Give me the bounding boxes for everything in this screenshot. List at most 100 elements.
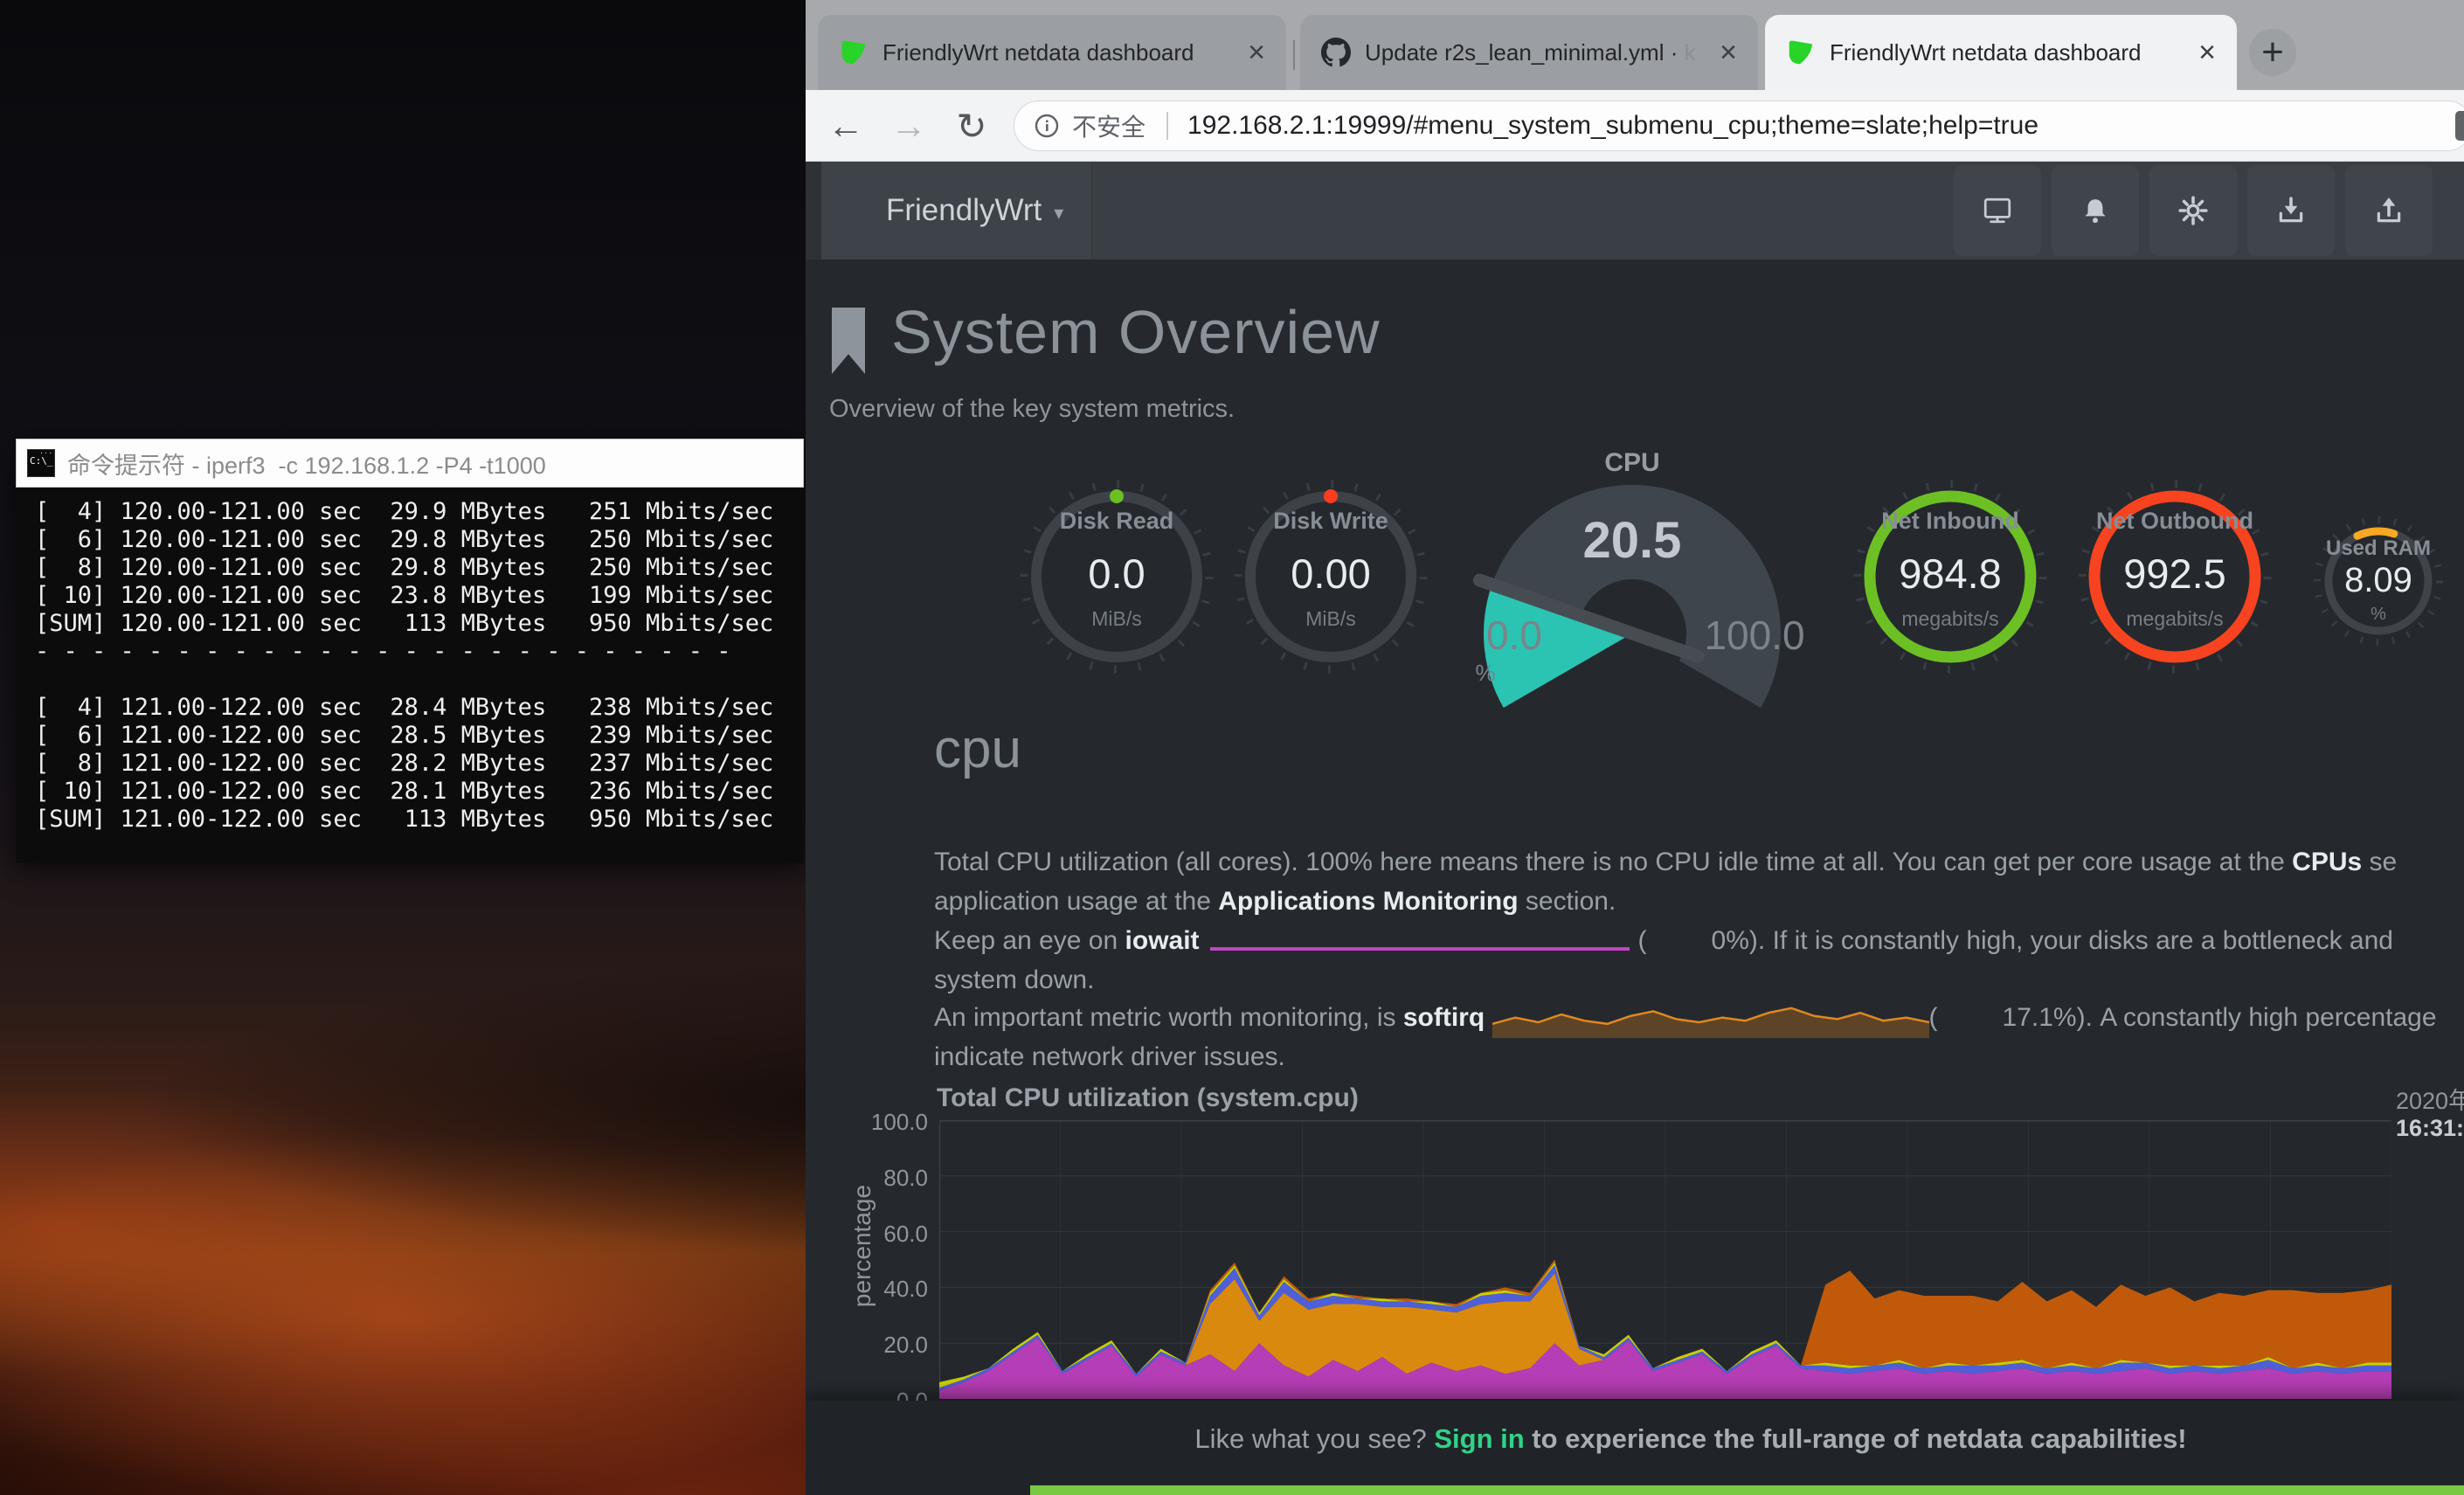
- terminal-titlebar[interactable]: ···C:\_ 命令提示符 - iperf3 -c 192.168.1.2 -P…: [16, 439, 804, 488]
- download-icon: [2275, 195, 2307, 226]
- info-icon[interactable]: [1034, 113, 1060, 139]
- cpu-utilization-chart[interactable]: [939, 1120, 2391, 1399]
- gauge-max: 100.0: [1693, 612, 1816, 659]
- y-tick: 60.0: [855, 1221, 928, 1248]
- softirq-sparkline[interactable]: [1492, 1003, 1929, 1038]
- terminal-line: [ 10] 120.00-121.00 sec 23.8 MBytes 199 …: [35, 582, 804, 610]
- bookmark-icon: [832, 308, 865, 374]
- sign-in-link[interactable]: Sign in: [1434, 1423, 1524, 1454]
- github-favicon: [1321, 38, 1351, 67]
- desktop: ···C:\_ 命令提示符 - iperf3 -c 192.168.1.2 -P…: [0, 0, 2464, 1495]
- gauge-min: 0.0: [1466, 612, 1562, 659]
- terminal-title: 命令提示符 - iperf3 -c 192.168.1.2 -P4 -t1000: [67, 446, 546, 481]
- cpu-paragraph-line: system down.: [934, 966, 2464, 1000]
- gauge-unit: %: [2313, 605, 2444, 625]
- security-label: 不安全: [1072, 108, 1145, 143]
- node-selector[interactable]: FriendlyWrt ▾: [821, 162, 1092, 260]
- gauge-cpu[interactable]: CPU 20.5 0.0 % 100.0: [1466, 441, 1798, 730]
- gauge-unit: megabits/s: [1850, 607, 2051, 631]
- cpu-section-title: cpu: [934, 718, 1021, 780]
- page-title: System Overview: [891, 297, 1381, 367]
- print-dashboard-button[interactable]: [1954, 165, 2041, 256]
- node-name: FriendlyWrt: [886, 193, 1042, 228]
- terminal-line: [ 4] 120.00-121.00 sec 29.9 MBytes 251 M…: [35, 498, 804, 526]
- tab-separator: [1293, 40, 1295, 70]
- settings-button[interactable]: [2149, 165, 2237, 256]
- y-tick: 100.0: [855, 1109, 928, 1136]
- gauge-unit: MiB/s: [1016, 607, 1217, 631]
- gauge-label: Used RAM: [2313, 536, 2444, 561]
- netdata-favicon: [839, 38, 869, 67]
- cpus-link[interactable]: CPUs: [2292, 848, 2362, 877]
- bell-icon: [2080, 195, 2111, 226]
- alarms-button[interactable]: [2052, 165, 2139, 256]
- chevron-down-icon: ▾: [1054, 202, 1063, 225]
- forward-icon[interactable]: →: [882, 90, 935, 162]
- applications-monitoring-link[interactable]: Applications Monitoring: [1218, 887, 1518, 917]
- terminal-line: [35, 666, 804, 694]
- gauge-net-inbound[interactable]: Net Inbound 984.8 megabits/s: [1850, 476, 2051, 677]
- browser-window: FriendlyWrt netdata dashboard × Update r…: [806, 0, 2464, 1495]
- cpu-paragraph-line: Total CPU utilization (all cores). 100% …: [934, 848, 2464, 882]
- y-tick: 80.0: [855, 1165, 928, 1192]
- bottom-green-strip: [1030, 1485, 2464, 1495]
- gauge-used-ram[interactable]: Used RAM 8.09 %: [2313, 516, 2444, 647]
- terminal-window[interactable]: ···C:\_ 命令提示符 - iperf3 -c 192.168.1.2 -P…: [16, 439, 804, 863]
- export-snapshot-button[interactable]: [2345, 165, 2433, 256]
- tab-netdata-2-active[interactable]: FriendlyWrt netdata dashboard ×: [1765, 15, 2237, 90]
- gauge-unit: megabits/s: [2074, 607, 2275, 631]
- chart-title: Total CPU utilization (system.cpu): [937, 1083, 1359, 1113]
- terminal-line: [SUM] 121.00-122.00 sec 113 MBytes 950 M…: [35, 806, 804, 834]
- chart-time: 16:31:2: [2396, 1115, 2464, 1142]
- chart-date: 2020年3: [2396, 1082, 2464, 1116]
- gauge-label: Net Outbound: [2074, 508, 2275, 535]
- gauge-dot: [1110, 489, 1124, 503]
- gauge-value: 8.09: [2313, 561, 2444, 600]
- url-text[interactable]: 192.168.2.1:19999/#menu_system_submenu_c…: [1187, 111, 2038, 141]
- browser-toolbar: ← → ↻ 不安全 192.168.2.1:19999/#menu_system…: [806, 90, 2464, 162]
- terminal-line: [ 4] 121.00-122.00 sec 28.4 MBytes 238 M…: [35, 694, 804, 722]
- gauge-net-outbound[interactable]: Net Outbound 992.5 megabits/s: [2074, 476, 2275, 677]
- gauge-disk-write[interactable]: Disk Write 0.00 MiB/s: [1230, 476, 1431, 677]
- iowait-sparkline[interactable]: [1210, 947, 1630, 951]
- extension-icon-partial[interactable]: [2455, 111, 2464, 141]
- gauge-value: 0.00: [1230, 550, 1431, 598]
- y-tick: 40.0: [855, 1276, 928, 1303]
- cpu-paragraph-line: indicate network driver issues.: [934, 1042, 2464, 1077]
- gauge-label: Disk Write: [1230, 508, 1431, 535]
- terminal-line: - - - - - - - - - - - - - - - - - - - - …: [35, 638, 804, 666]
- terminal-line: [ 6] 120.00-121.00 sec 29.8 MBytes 250 M…: [35, 526, 804, 554]
- signin-banner: Like what you see? Sign in to experience…: [806, 1401, 2464, 1495]
- netdata-header: FriendlyWrt ▾: [806, 162, 2464, 260]
- terminal-output: [ 4] 120.00-121.00 sec 29.9 MBytes 251 M…: [16, 488, 804, 863]
- tab-title: FriendlyWrt netdata dashboard: [1830, 39, 2186, 66]
- y-tick: 20.0: [855, 1332, 928, 1359]
- terminal-line: [ 8] 120.00-121.00 sec 29.8 MBytes 250 M…: [35, 554, 804, 582]
- gauge-label: Disk Read: [1016, 508, 1217, 535]
- terminal-line: [ 10] 121.00-122.00 sec 28.1 MBytes 236 …: [35, 778, 804, 806]
- reload-icon[interactable]: ↻: [945, 90, 998, 162]
- cpu-paragraph-line: An important metric worth monitoring, is…: [934, 1003, 2464, 1038]
- header-edge: [806, 162, 821, 260]
- terminal-line: [ 8] 121.00-122.00 sec 28.2 MBytes 237 M…: [35, 750, 804, 778]
- back-icon[interactable]: ←: [820, 90, 872, 162]
- cpu-paragraph-line: application usage at the Applications Mo…: [934, 887, 2464, 922]
- terminal-line: [ 6] 121.00-122.00 sec 28.5 MBytes 239 M…: [35, 722, 804, 750]
- gauge-label: Net Inbound: [1850, 508, 2051, 535]
- address-bar[interactable]: 不安全 192.168.2.1:19999/#menu_system_subme…: [1014, 100, 2464, 151]
- tab-title: FriendlyWrt netdata dashboard: [882, 39, 1235, 66]
- gauge-disk-read[interactable]: Disk Read 0.0 MiB/s: [1016, 476, 1217, 677]
- new-tab-button[interactable]: +: [2249, 29, 2296, 76]
- close-icon[interactable]: ×: [2198, 38, 2216, 67]
- gauge-value: 20.5: [1562, 511, 1702, 570]
- close-icon[interactable]: ×: [1720, 38, 1737, 67]
- gauge-dot: [1324, 489, 1338, 503]
- tab-strip: FriendlyWrt netdata dashboard × Update r…: [806, 0, 2464, 90]
- cpu-paragraph-line: Keep an eye on iowait (0%). If it is con…: [934, 926, 2464, 961]
- netdata-favicon: [1786, 38, 1816, 67]
- tab-github[interactable]: Update r2s_lean_minimal.yml · k ×: [1300, 15, 1758, 90]
- page-subtitle: Overview of the key system metrics.: [829, 395, 1235, 424]
- close-icon[interactable]: ×: [1248, 38, 1265, 67]
- import-snapshot-button[interactable]: [2247, 165, 2335, 256]
- tab-netdata-1[interactable]: FriendlyWrt netdata dashboard ×: [818, 15, 1286, 90]
